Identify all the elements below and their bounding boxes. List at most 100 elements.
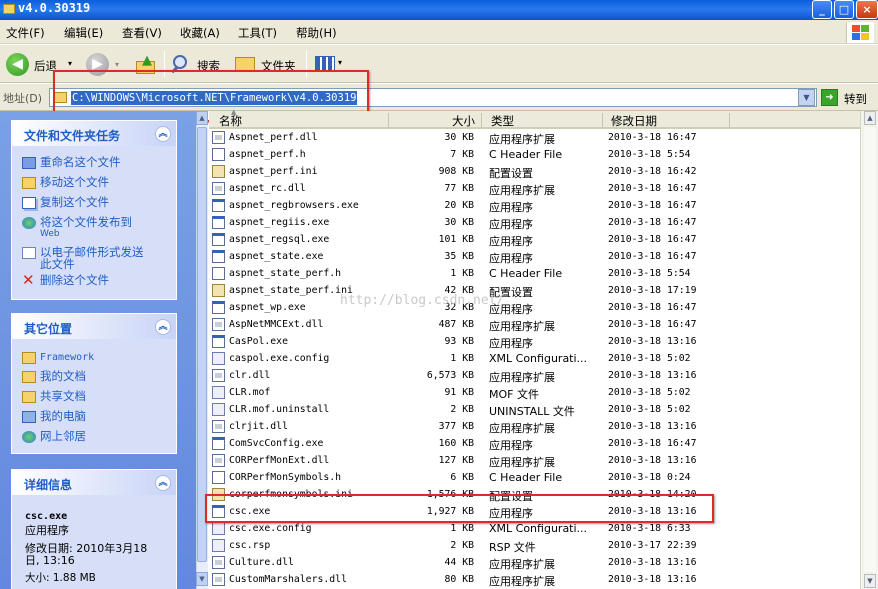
file-row[interactable]: ComSvcConfig.exe 160 KB 应用程序 2010-3-18 16:4…: [209, 435, 860, 452]
file-name: aspnet_perf.h: [229, 149, 306, 160]
scroll-down-button[interactable]: ▼: [196, 572, 208, 586]
file-name: aspnet_state_perf.h: [229, 268, 342, 279]
folder-icon: [22, 352, 36, 364]
details-title: 详细信息: [24, 478, 73, 492]
file-row[interactable]: CLR.mof 91 KB MOF 文件 2010-3-18 5:02: [209, 384, 860, 401]
file-date: 2010-3-18 13:16: [608, 455, 697, 466]
file-row[interactable]: CustomMarshalers.dll 80 KB 应用程序扩展 2010-3-18…: [209, 571, 860, 588]
menu-tools[interactable]: 工具(T): [238, 25, 277, 41]
rename-icon: [22, 157, 36, 169]
scroll-down-button[interactable]: ▼: [864, 574, 876, 588]
file-row[interactable]: aspnet_perf.h 7 KB C Header File 2010-3-18 …: [209, 146, 860, 163]
file-name: AspNetMMCExt.dll: [229, 319, 324, 330]
file-date: 2010-3-18 16:47: [608, 200, 697, 211]
file-date: 2010-3-18 5:02: [608, 404, 691, 415]
collapse-icon[interactable]: ︽: [155, 475, 171, 491]
file-date: 2010-3-18 16:47: [608, 183, 697, 194]
file-name: CLR.mof.uninstall: [229, 404, 330, 415]
scroll-up-button[interactable]: ▲: [864, 111, 876, 125]
file-size: 2 KB: [450, 540, 474, 551]
back-dropdown-icon[interactable]: ▾: [68, 59, 72, 68]
file-row[interactable]: CLR.mof.uninstall 2 KB UNINSTALL 文件 2010-3-…: [209, 401, 860, 418]
file-date: 2010-3-18 6:33: [608, 523, 691, 534]
maximize-button[interactable]: □: [834, 0, 854, 19]
file-name: aspnet_state.exe: [229, 251, 324, 262]
menu-view[interactable]: 查看(V): [122, 25, 162, 41]
file-list-scrollbar[interactable]: ▲ ▼: [860, 111, 878, 589]
file-exe-icon: [212, 437, 225, 450]
file-ini-icon: [212, 284, 225, 297]
file-name: Aspnet_perf.dll: [229, 132, 318, 143]
forward-dropdown-icon[interactable]: ▾: [115, 60, 119, 69]
details-header[interactable]: 详细信息 ︽: [12, 470, 176, 495]
file-size: 35 KB: [444, 251, 475, 262]
file-row[interactable]: aspnet_state.exe 35 KB 应用程序 2010-3-18 16:47: [209, 248, 860, 265]
file-date: 2010-3-18 16:47: [608, 251, 697, 262]
close-button[interactable]: ×: [856, 0, 878, 19]
collapse-icon[interactable]: ︽: [155, 126, 171, 142]
file-cfg-icon: [212, 403, 225, 416]
minimize-button[interactable]: _: [812, 0, 832, 19]
details-size: 大小: 1.88 MB: [25, 572, 96, 584]
file-row[interactable]: clr.dll 6,573 KB 应用程序扩展 2010-3-18 13:16: [209, 367, 860, 384]
file-exe-icon: [212, 233, 225, 246]
go-button[interactable]: ➜ 转到: [820, 88, 878, 107]
file-row[interactable]: aspnet_wp.exe 32 KB 应用程序 2010-3-18 16:47: [209, 299, 860, 316]
column-size[interactable]: 大小: [452, 113, 475, 129]
file-name: aspnet_regbrowsers.exe: [229, 200, 359, 211]
file-date: 2010-3-18 5:02: [608, 387, 691, 398]
file-row[interactable]: aspnet_rc.dll 77 KB 应用程序扩展 2010-3-18 16:47: [209, 180, 860, 197]
file-name: aspnet_rc.dll: [229, 183, 306, 194]
file-date: 2010-3-18 16:47: [608, 319, 697, 330]
file-size: 101 KB: [438, 234, 474, 245]
file-row[interactable]: aspnet_regbrowsers.exe 20 KB 应用程序 2010-3-18…: [209, 197, 860, 214]
menu-favorites[interactable]: 收藏(A): [180, 25, 220, 41]
file-type: 应用程序扩展: [489, 575, 555, 588]
scroll-up-button[interactable]: ▲: [196, 111, 208, 125]
back-arrow-icon: ◀: [6, 53, 29, 76]
file-size: 7 KB: [450, 149, 474, 160]
menu-help[interactable]: 帮助(H): [296, 25, 337, 41]
address-label: 地址(D): [3, 92, 43, 105]
file-row[interactable]: aspnet_regsql.exe 101 KB 应用程序 2010-3-18 16:…: [209, 231, 860, 248]
file-row[interactable]: Aspnet_perf.dll 30 KB 应用程序扩展 2010-3-18 16:4…: [209, 129, 860, 146]
file-type: 应用程序扩展: [489, 456, 555, 469]
file-row[interactable]: aspnet_perf.ini 908 KB 配置设置 2010-3-18 16:42: [209, 163, 860, 180]
file-size: 127 KB: [438, 455, 474, 466]
scroll-track[interactable]: [864, 127, 876, 572]
file-type: 应用程序扩展: [489, 133, 555, 146]
file-type: 配置设置: [489, 167, 533, 180]
file-row[interactable]: AspNetMMCExt.dll 487 KB 应用程序扩展 2010-3-18 16…: [209, 316, 860, 333]
file-row[interactable]: caspol.exe.config 1 KB XML Configurati... 2…: [209, 350, 860, 367]
file-row[interactable]: clrjit.dll 377 KB 应用程序扩展 2010-3-18 13:16: [209, 418, 860, 435]
file-type: UNINSTALL 文件: [489, 405, 575, 418]
file-row[interactable]: csc.rsp 2 KB RSP 文件 2010-3-17 22:39: [209, 537, 860, 554]
file-tasks-header[interactable]: 文件和文件夹任务 ︽: [12, 121, 176, 146]
file-name: CORPerfMonSymbols.h: [229, 472, 342, 483]
file-type: XML Configurati...: [489, 522, 588, 535]
file-size: 1 KB: [450, 268, 474, 279]
window-title: v4.0.30319: [18, 1, 91, 15]
other-places-header[interactable]: 其它位置 ︽: [12, 314, 176, 339]
menu-file[interactable]: 文件(F): [6, 25, 45, 41]
file-row[interactable]: CORPerfMonSymbols.h 6 KB C Header File 2010…: [209, 469, 860, 486]
file-type: RSP 文件: [489, 541, 536, 554]
file-name: clr.dll: [229, 370, 271, 381]
file-row[interactable]: aspnet_state_perf.h 1 KB C Header File 2010…: [209, 265, 860, 282]
column-type[interactable]: 类型: [491, 113, 514, 129]
menu-edit[interactable]: 编辑(E): [64, 25, 103, 41]
file-row[interactable]: CORPerfMonExt.dll 127 KB 应用程序扩展 2010-3-18 1…: [209, 452, 860, 469]
address-dropdown-button[interactable]: ▼: [798, 89, 815, 106]
collapse-icon[interactable]: ︽: [155, 319, 171, 335]
file-dll-icon: [212, 420, 225, 433]
file-name: aspnet_regiis.exe: [229, 217, 330, 228]
file-date: 2010-3-18 16:42: [608, 166, 697, 177]
file-row[interactable]: Culture.dll 44 KB 应用程序扩展 2010-3-18 13:16: [209, 554, 860, 571]
column-date[interactable]: 修改日期: [611, 113, 657, 129]
file-row[interactable]: aspnet_state_perf.ini 42 KB 配置设置 2010-3-18 …: [209, 282, 860, 299]
file-h-icon: [212, 471, 225, 484]
email-icon: [22, 247, 36, 259]
file-row[interactable]: aspnet_regiis.exe 30 KB 应用程序 2010-3-18 16:4…: [209, 214, 860, 231]
file-type: C Header File: [489, 267, 563, 280]
file-row[interactable]: CasPol.exe 93 KB 应用程序 2010-3-18 13:16: [209, 333, 860, 350]
